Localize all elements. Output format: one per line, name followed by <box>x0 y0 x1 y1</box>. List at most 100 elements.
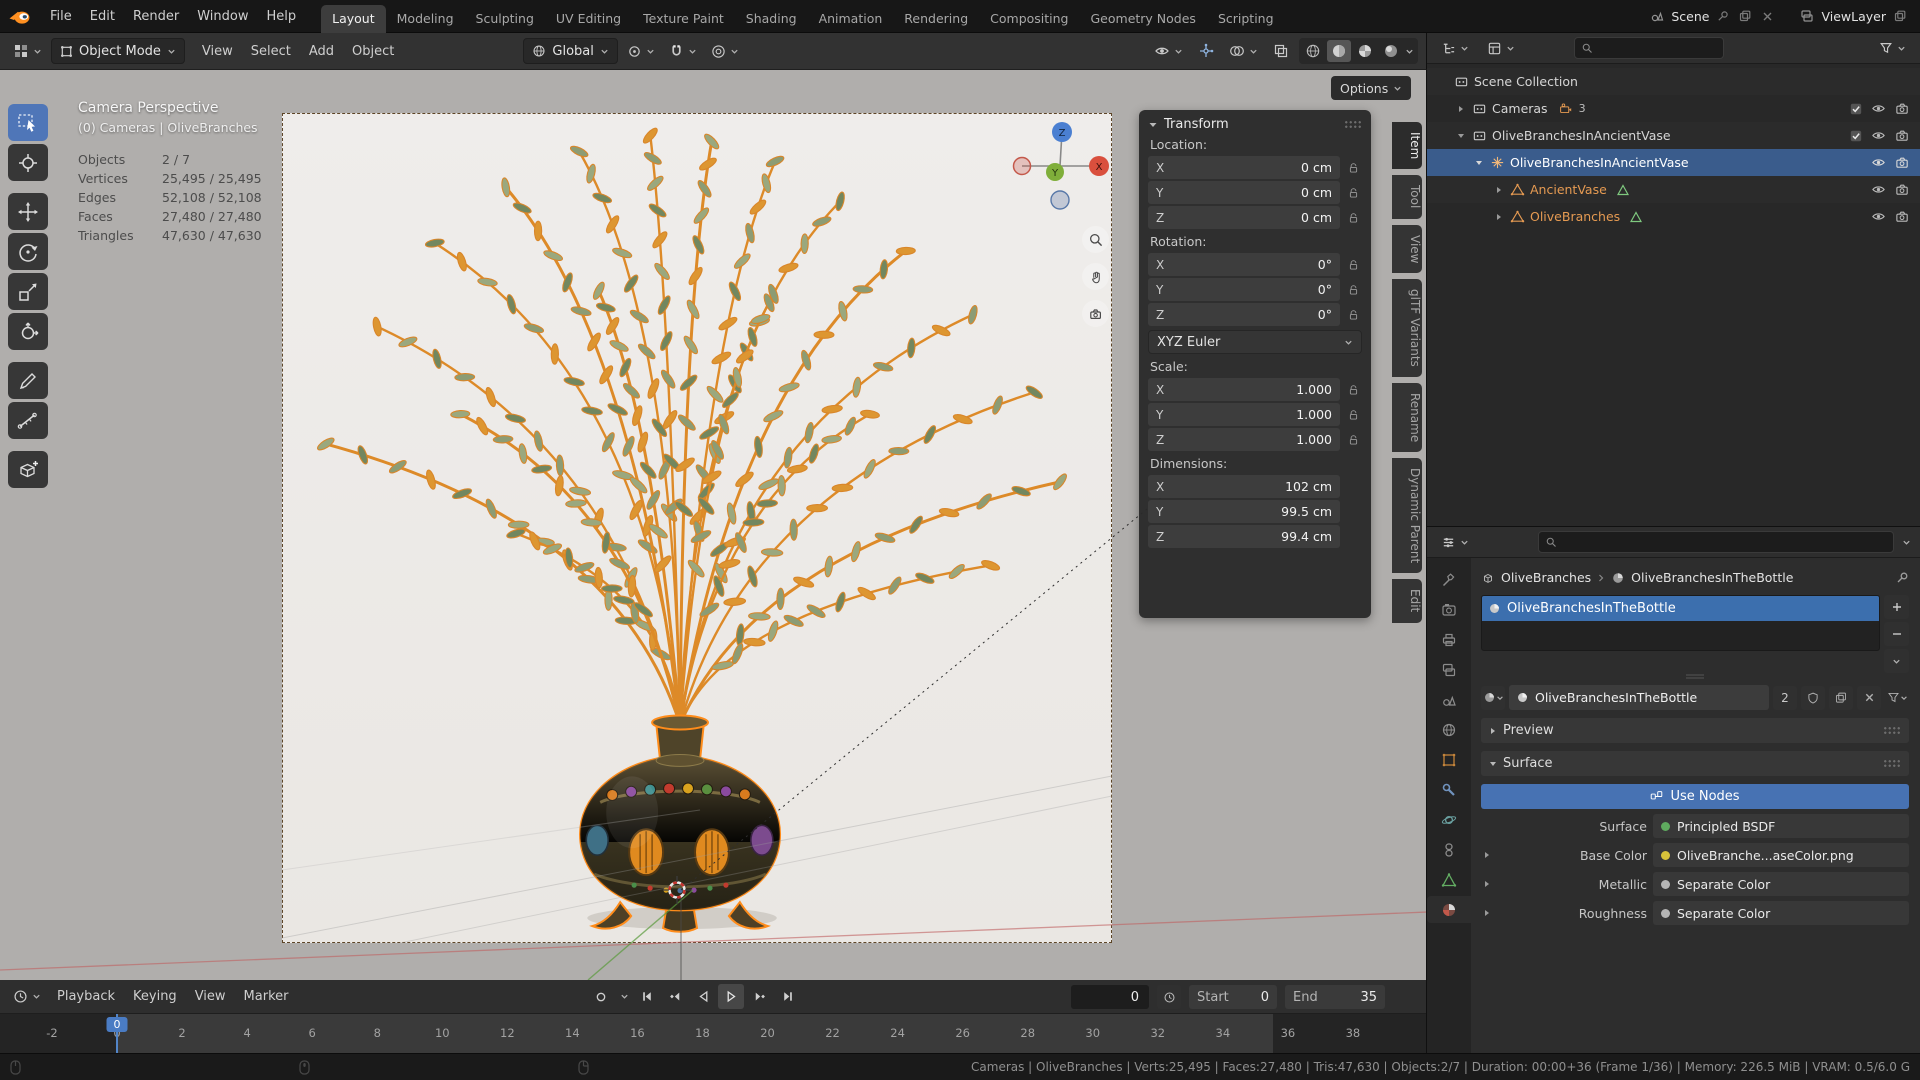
outliner-row-branches[interactable]: OliveBranches <box>1427 203 1920 230</box>
show-gizmo-button[interactable] <box>1193 38 1219 64</box>
workspace-tab[interactable]: Texture Paint <box>632 5 735 33</box>
outliner-editor-type-button[interactable] <box>1436 35 1474 61</box>
list-resize-grip[interactable] <box>1481 673 1909 680</box>
rotation-field[interactable]: Z 0° <box>1148 303 1340 326</box>
timeline-menu-item[interactable]: Marker <box>235 984 298 1009</box>
browse-material-button[interactable] <box>1481 685 1505 710</box>
tab-output-icon[interactable] <box>1432 626 1466 653</box>
workspace-tab[interactable]: Geometry Nodes <box>1080 5 1207 33</box>
lock-icon[interactable] <box>1344 259 1362 271</box>
snap-button[interactable] <box>664 38 702 64</box>
auto-keying-button[interactable] <box>588 984 614 1009</box>
jump-prev-keyframe-button[interactable] <box>662 984 688 1009</box>
sidebar-tab[interactable]: Rename <box>1392 382 1422 453</box>
close-scene-icon[interactable] <box>1759 8 1775 24</box>
sidebar-tab[interactable]: Tool <box>1392 175 1422 219</box>
transform-orientation-select[interactable]: Global <box>523 38 618 64</box>
editor-type-button[interactable] <box>8 38 47 64</box>
remove-slot-button[interactable] <box>1884 622 1909 646</box>
jump-to-start-button[interactable] <box>634 984 660 1009</box>
lock-icon[interactable] <box>1344 284 1362 296</box>
shading-material-button[interactable] <box>1353 40 1377 62</box>
eye-icon[interactable] <box>1871 101 1886 116</box>
jump-next-keyframe-button[interactable] <box>746 984 772 1009</box>
zoom-button[interactable] <box>1082 226 1109 253</box>
options-button[interactable]: Options <box>1331 76 1412 100</box>
surface-panel-header[interactable]: Surface <box>1481 751 1909 776</box>
unlink-material-button[interactable] <box>1857 685 1881 710</box>
scale-field[interactable]: Y 1.000 <box>1148 403 1340 426</box>
material-slot-active[interactable]: OliveBranchesInTheBottle <box>1482 596 1879 621</box>
slot-specials-button[interactable] <box>1884 649 1909 673</box>
eye-icon[interactable] <box>1871 128 1886 143</box>
tab-material-icon[interactable] <box>1427 896 1471 923</box>
outliner-row-empty-active[interactable]: OliveBranchesInAncientVase <box>1427 149 1920 176</box>
move-tool[interactable] <box>8 193 48 230</box>
timeline-editor-type-button[interactable] <box>8 984 46 1010</box>
panel-grip-icon[interactable] <box>1883 759 1901 768</box>
camera-visibility-icon[interactable] <box>1895 155 1910 170</box>
pin-id-icon[interactable] <box>1896 571 1909 584</box>
play-reverse-button[interactable] <box>690 984 716 1009</box>
topbar-menu-item[interactable]: Edit <box>81 4 124 29</box>
scale-tool[interactable] <box>8 273 48 310</box>
auto-keying-options-icon[interactable] <box>616 984 632 1009</box>
lock-icon[interactable] <box>1344 162 1362 174</box>
cursor-tool[interactable] <box>8 144 48 181</box>
dimension-field[interactable]: Z 99.4 cm <box>1148 525 1340 548</box>
navigation-gizmo[interactable]: Z X Y <box>1002 106 1120 224</box>
lock-icon[interactable] <box>1344 187 1362 199</box>
outliner-row-collection[interactable]: OliveBranchesInAncientVase <box>1427 122 1920 149</box>
playhead-label[interactable]: 0 <box>106 1017 128 1032</box>
preview-range-button[interactable] <box>1157 985 1181 1009</box>
panel-grip-icon[interactable] <box>1344 120 1362 129</box>
tab-physics-icon[interactable] <box>1432 806 1466 833</box>
scale-field[interactable]: X 1.000 <box>1148 378 1340 401</box>
transform-panel-title[interactable]: Transform <box>1164 117 1229 132</box>
tab-scene-icon[interactable] <box>1432 686 1466 713</box>
workspace-tab[interactable]: Layout <box>321 4 386 33</box>
toggle-xray-button[interactable] <box>1268 38 1294 64</box>
eye-icon[interactable] <box>1871 155 1886 170</box>
viewport-3d[interactable]: Camera Perspective (0) Cameras | OliveBr… <box>0 70 1427 980</box>
current-frame-field[interactable]: 0 <box>1071 985 1149 1009</box>
eye-icon[interactable] <box>1871 209 1886 224</box>
location-field[interactable]: X0 cm <box>1148 156 1340 179</box>
lock-icon[interactable] <box>1344 212 1362 224</box>
end-frame-field[interactable]: End 35 <box>1285 985 1385 1009</box>
sidebar-tab[interactable]: Dynamic Parent <box>1392 458 1422 574</box>
viewlayer-selector[interactable]: ViewLayer <box>1821 9 1886 24</box>
mode-select[interactable]: Object Mode <box>51 38 185 64</box>
pivot-point-button[interactable] <box>622 38 660 64</box>
lock-icon[interactable] <box>1344 384 1362 396</box>
play-button[interactable] <box>718 984 744 1009</box>
object-visibility-button[interactable] <box>1149 38 1188 64</box>
scene-selector[interactable]: Scene <box>1671 9 1709 24</box>
camera-visibility-icon[interactable] <box>1895 209 1910 224</box>
shading-solid-button[interactable] <box>1327 40 1351 62</box>
tab-object-icon[interactable] <box>1432 746 1466 773</box>
lock-icon[interactable] <box>1344 434 1362 446</box>
topbar-menu-item[interactable]: Render <box>124 4 188 29</box>
new-material-button[interactable] <box>1829 685 1853 710</box>
workspace-tab[interactable]: Animation <box>808 5 894 33</box>
tab-modifiers-icon[interactable] <box>1432 776 1466 803</box>
workspace-tab[interactable]: Shading <box>735 5 808 33</box>
topbar-menu-item[interactable]: Help <box>258 4 306 29</box>
eye-icon[interactable] <box>1871 182 1886 197</box>
properties-editor-type-button[interactable] <box>1436 529 1474 555</box>
use-nodes-button[interactable]: Use Nodes <box>1481 784 1909 809</box>
outliner-row-vase[interactable]: AncientVase <box>1427 176 1920 203</box>
users-count-button[interactable]: 2 <box>1773 685 1797 710</box>
location-field[interactable]: Y0 cm <box>1148 181 1340 204</box>
rotation-mode-select[interactable]: XYZ Euler <box>1148 330 1362 354</box>
breadcrumb-material[interactable]: OliveBranchesInTheBottle <box>1631 570 1793 585</box>
show-overlays-button[interactable] <box>1224 38 1263 64</box>
measure-tool[interactable] <box>8 402 48 439</box>
sidebar-tab[interactable]: View <box>1392 224 1422 274</box>
material-filter-button[interactable] <box>1885 686 1909 710</box>
viewport-menu-item[interactable]: Select <box>242 39 300 64</box>
timeline-menu-item[interactable]: View <box>186 984 235 1009</box>
pin-icon[interactable] <box>1715 8 1731 24</box>
workspace-tab[interactable]: Modeling <box>386 5 465 33</box>
